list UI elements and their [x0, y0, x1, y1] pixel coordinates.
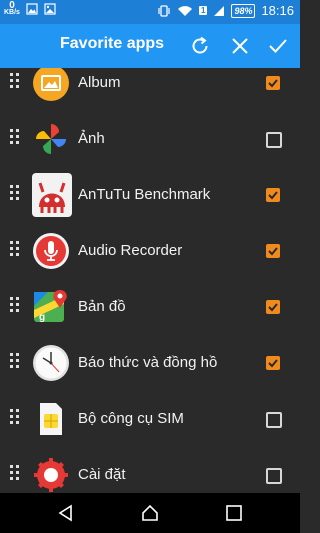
close-icon[interactable]: [228, 34, 252, 58]
checkbox[interactable]: [266, 300, 280, 314]
settings-gear-icon: [34, 458, 68, 492]
data-rate-indicator: 0 KB/s: [4, 0, 20, 17]
signal-icon: [214, 5, 225, 16]
checkbox[interactable]: [266, 244, 280, 258]
drag-handle-icon[interactable]: [10, 465, 22, 485]
drag-handle-icon[interactable]: [10, 73, 22, 93]
battery-level: 98%: [234, 5, 253, 16]
drag-handle-icon[interactable]: [10, 129, 22, 149]
refresh-icon[interactable]: [188, 34, 212, 58]
favorite-apps-list[interactable]: Album Ảnh AnTuTu Benchmark Audio Recorde…: [0, 68, 300, 493]
status-bar: 0 KB/s 1 98% 18:16: [0, 0, 300, 24]
app-label: AnTuTu Benchmark: [78, 186, 211, 203]
app-label: Báo thức và đồng hồ: [78, 354, 218, 371]
app-label: Bộ công cụ SIM: [78, 410, 184, 427]
vibrate-icon: [158, 4, 170, 17]
page-title: Favorite apps: [60, 35, 165, 52]
maps-icon: g: [34, 290, 67, 323]
gallery-notification-icon: [26, 3, 38, 15]
photos-pinwheel-icon: [36, 124, 66, 154]
microphone-icon: [33, 233, 69, 269]
back-icon[interactable]: [56, 503, 76, 523]
navigation-bar: [0, 493, 300, 533]
list-item[interactable]: AnTuTu Benchmark: [0, 167, 300, 223]
list-item[interactable]: Ảnh: [0, 111, 300, 167]
list-item[interactable]: Báo thức và đồng hồ: [0, 335, 300, 391]
sim-slot-number: 1: [200, 6, 206, 15]
checkbox[interactable]: [266, 76, 280, 90]
list-item[interactable]: Cài đặt: [0, 447, 300, 493]
antutu-icon: [32, 173, 72, 217]
battery-indicator: 98%: [231, 3, 256, 18]
home-icon[interactable]: [140, 503, 160, 523]
checkbox[interactable]: [266, 468, 282, 484]
list-item[interactable]: g Bản đồ: [0, 279, 300, 335]
checkbox[interactable]: [266, 412, 282, 428]
svg-text:g: g: [39, 312, 45, 323]
image-notification-icon: [44, 3, 56, 15]
clock-icon: [33, 345, 69, 381]
clock-time: 18:16: [261, 3, 294, 18]
recents-icon[interactable]: [224, 503, 244, 523]
app-label: Audio Recorder: [78, 242, 183, 259]
sim-card-icon: [40, 403, 62, 435]
app-bar: Favorite apps: [0, 24, 300, 68]
app-label: Bản đồ: [78, 298, 126, 315]
drag-handle-icon[interactable]: [10, 185, 22, 205]
wifi-icon: [177, 5, 192, 16]
data-rate-unit: KB/s: [4, 9, 20, 16]
app-label: Cài đặt: [78, 466, 126, 483]
drag-handle-icon[interactable]: [10, 297, 22, 317]
list-item[interactable]: Bộ công cụ SIM: [0, 391, 300, 447]
sim-slot-indicator: 1: [198, 6, 208, 15]
drag-handle-icon[interactable]: [10, 353, 22, 373]
album-icon: [33, 68, 69, 101]
drag-handle-icon[interactable]: [10, 409, 22, 429]
checkbox[interactable]: [266, 356, 280, 370]
app-label: Ảnh: [78, 130, 105, 147]
check-icon[interactable]: [266, 34, 290, 58]
checkbox[interactable]: [266, 188, 280, 202]
checkbox[interactable]: [266, 132, 282, 148]
app-label: Album: [78, 74, 121, 91]
list-item[interactable]: Album: [0, 68, 300, 111]
data-rate-value: 0: [9, 0, 15, 11]
drag-handle-icon[interactable]: [10, 241, 22, 261]
list-item[interactable]: Audio Recorder: [0, 223, 300, 279]
